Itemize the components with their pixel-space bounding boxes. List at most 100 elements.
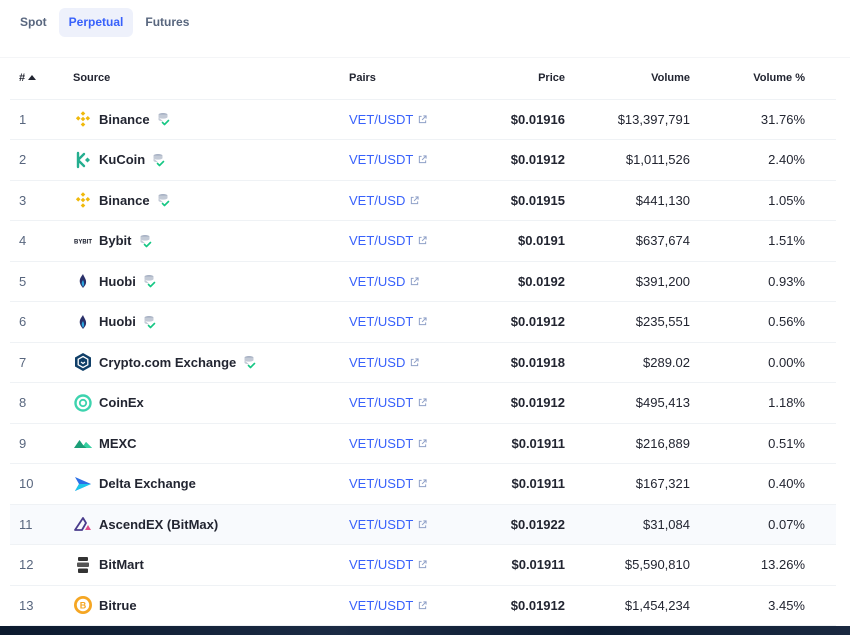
- source-name[interactable]: Bitrue: [99, 598, 137, 613]
- price-cell: $0.01916: [459, 99, 565, 140]
- kucoin-logo: [73, 150, 93, 170]
- source-name[interactable]: Huobi: [99, 314, 136, 329]
- col-volume-pct-header[interactable]: Volume %: [690, 58, 805, 100]
- table-row[interactable]: 13 B Bitrue VET/USDT $0.01912 $1,454,234…: [10, 585, 836, 626]
- row-spacer: [805, 180, 836, 221]
- volume-pct-cell: 1.18%: [690, 382, 805, 424]
- table-row[interactable]: 2 KuCoin VET/USDT $0.01912 $1,011,526 2.…: [10, 139, 836, 181]
- verified-badge-icon: [152, 153, 165, 167]
- col-pairs-header[interactable]: Pairs: [339, 58, 459, 100]
- binance-logo: [73, 190, 93, 210]
- table-row[interactable]: 11 AscendEX (BitMax) VET/USDT $0.01922 $…: [10, 504, 836, 545]
- external-link-icon: [419, 560, 427, 569]
- price-cell: $0.01922: [459, 504, 565, 545]
- pair-text: VET/USDT: [349, 516, 414, 532]
- source-name[interactable]: AscendEX (BitMax): [99, 517, 218, 532]
- external-link-icon: [419, 115, 427, 123]
- source-cell[interactable]: Binance: [63, 99, 339, 140]
- source-cell[interactable]: MEXC: [63, 423, 339, 464]
- rank-cell: 11: [10, 504, 63, 545]
- source-cell[interactable]: KuCoin: [63, 139, 339, 181]
- table-row[interactable]: 9 MEXC VET/USDT $0.01911 $216,889 0.51%: [10, 423, 836, 464]
- pair-link[interactable]: VET/USD: [349, 274, 419, 289]
- col-price-header[interactable]: Price: [459, 58, 565, 100]
- table-row[interactable]: 10 Delta Exchange VET/USDT $0.01911 $167…: [10, 463, 836, 505]
- binance-logo: [73, 109, 93, 129]
- table-row[interactable]: 8 CoinEx VET/USDT $0.01912 $495,413 1.18…: [10, 382, 836, 424]
- pair-text: VET/USDT: [349, 314, 414, 330]
- svg-text:BYBIT: BYBIT: [74, 239, 92, 245]
- pair-cell: VET/USDT: [339, 139, 459, 181]
- source-name[interactable]: Binance: [99, 112, 150, 127]
- pair-link[interactable]: VET/USDT: [349, 598, 427, 613]
- source-name[interactable]: KuCoin: [99, 152, 145, 167]
- source-name[interactable]: Binance: [99, 193, 150, 208]
- source-name[interactable]: Delta Exchange: [99, 476, 196, 491]
- table-row[interactable]: 4 BYBIT Bybit VET/USDT $0.0191 $637,674 …: [10, 220, 836, 262]
- source-name[interactable]: Bybit: [99, 233, 132, 248]
- table-row[interactable]: 6 Huobi VET/USDT $0.01912 $235,551 0.56%: [10, 301, 836, 343]
- volume-pct-cell: 1.51%: [690, 220, 805, 262]
- tab-spot[interactable]: Spot: [10, 8, 57, 37]
- volume-pct-cell: 31.76%: [690, 99, 805, 140]
- volume-cell: $1,011,526: [565, 139, 690, 181]
- volume-pct-cell: 13.26%: [690, 544, 805, 586]
- pair-link[interactable]: VET/USD: [349, 193, 419, 208]
- source-cell[interactable]: BitMart: [63, 544, 339, 586]
- source-name[interactable]: Huobi: [99, 274, 136, 289]
- pair-link[interactable]: VET/USD: [349, 355, 419, 370]
- pair-link[interactable]: VET/USDT: [349, 517, 427, 532]
- pair-cell: VET/USDT: [339, 382, 459, 424]
- price-cell: $0.01912: [459, 301, 565, 343]
- rank-cell: 4: [10, 220, 63, 262]
- pair-link[interactable]: VET/USDT: [349, 557, 427, 572]
- pair-link[interactable]: VET/USDT: [349, 436, 427, 451]
- table-row[interactable]: 1 Binance VET/USDT $0.01916 $13,397,791 …: [10, 99, 836, 140]
- pair-link[interactable]: VET/USDT: [349, 476, 427, 491]
- pair-cell: VET/USD: [339, 342, 459, 383]
- pair-link[interactable]: VET/USDT: [349, 395, 427, 410]
- table-row[interactable]: 7 Crypto.com Exchange VET/USD $0.01918 $…: [10, 342, 836, 383]
- source-name[interactable]: MEXC: [99, 436, 137, 451]
- source-name[interactable]: BitMart: [99, 557, 144, 572]
- source-name[interactable]: CoinEx: [99, 395, 144, 410]
- price-cell: $0.01912: [459, 382, 565, 424]
- source-cell[interactable]: BYBIT Bybit: [63, 220, 339, 262]
- col-source-header[interactable]: Source: [63, 58, 339, 100]
- source-cell[interactable]: Crypto.com Exchange: [63, 342, 339, 383]
- source-cell[interactable]: Huobi: [63, 301, 339, 343]
- tab-futures[interactable]: Futures: [135, 8, 199, 37]
- ascendex-logo: [73, 514, 93, 534]
- rank-cell: 6: [10, 301, 63, 343]
- table-row[interactable]: 12 BitMart VET/USDT $0.01911 $5,590,810 …: [10, 544, 836, 586]
- external-link-icon: [419, 601, 427, 609]
- rank-cell: 3: [10, 180, 63, 221]
- source-cell[interactable]: AscendEX (BitMax): [63, 504, 339, 545]
- source-cell[interactable]: Binance: [63, 180, 339, 221]
- row-spacer: [805, 504, 836, 545]
- pair-link[interactable]: VET/USDT: [349, 152, 427, 167]
- rank-cell: 12: [10, 544, 63, 586]
- table-row[interactable]: 3 Binance VET/USD $0.01915 $441,130 1.05…: [10, 180, 836, 221]
- pair-link[interactable]: VET/USDT: [349, 314, 427, 329]
- pair-text: VET/USDT: [349, 435, 414, 451]
- row-spacer: [805, 585, 836, 626]
- source-cell[interactable]: Huobi: [63, 261, 339, 302]
- source-name[interactable]: Crypto.com Exchange: [99, 355, 236, 370]
- source-cell[interactable]: CoinEx: [63, 382, 339, 424]
- pair-link[interactable]: VET/USDT: [349, 233, 427, 248]
- col-volume-header[interactable]: Volume: [565, 58, 690, 100]
- volume-cell: $167,321: [565, 463, 690, 505]
- volume-cell: $391,200: [565, 261, 690, 302]
- source-cell[interactable]: Delta Exchange: [63, 463, 339, 505]
- pair-text: VET/USDT: [349, 395, 414, 411]
- markets-table: # Source Pairs Price Volume Volume % 1 B…: [10, 58, 836, 626]
- tab-perpetual[interactable]: Perpetual: [58, 8, 134, 37]
- volume-cell: $31,084: [565, 504, 690, 545]
- col-rank-header[interactable]: #: [10, 58, 63, 100]
- pair-cell: VET/USDT: [339, 585, 459, 626]
- pair-link[interactable]: VET/USDT: [349, 112, 427, 127]
- table-row[interactable]: 5 Huobi VET/USD $0.0192 $391,200 0.93%: [10, 261, 836, 302]
- col-spacer: [805, 58, 836, 100]
- source-cell[interactable]: B Bitrue: [63, 585, 339, 626]
